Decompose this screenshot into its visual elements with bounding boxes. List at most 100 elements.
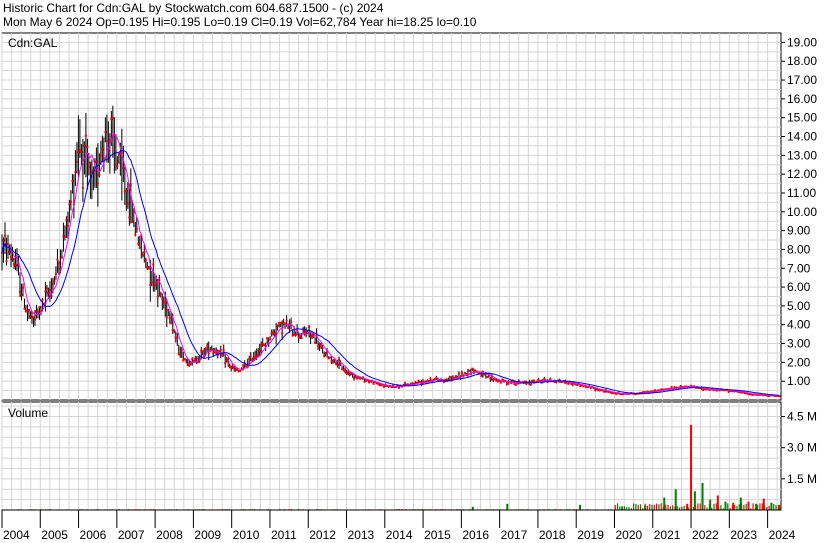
close-dot — [201, 350, 204, 353]
price-tick-label: 11.00 — [787, 186, 816, 200]
close-dot — [128, 216, 131, 219]
close-dot — [74, 170, 77, 173]
close-dot — [9, 256, 12, 259]
close-dot — [63, 235, 66, 238]
close-dot — [204, 347, 207, 350]
close-dot — [8, 250, 11, 253]
close-dot — [126, 202, 129, 205]
close-dot — [104, 131, 107, 134]
close-dot — [122, 166, 125, 169]
close-dot — [180, 348, 183, 351]
close-dot — [294, 333, 297, 336]
close-dot — [3, 234, 6, 237]
volume-tick-label: 1.5 M — [787, 472, 817, 486]
close-dot — [69, 200, 72, 203]
close-dot — [86, 146, 89, 149]
close-dot — [137, 242, 140, 245]
close-dot — [489, 377, 492, 380]
close-dot — [248, 357, 251, 360]
close-dot — [164, 302, 167, 305]
close-dot — [179, 354, 182, 357]
close-dot — [332, 361, 335, 364]
close-dot — [654, 389, 657, 392]
close-dot — [321, 347, 324, 350]
close-dot — [457, 372, 460, 375]
close-dot — [320, 345, 323, 348]
close-dot — [312, 335, 315, 338]
close-dot — [20, 294, 23, 297]
price-tick-label: 5.00 — [787, 299, 811, 313]
close-dot — [372, 382, 375, 385]
close-dot — [284, 322, 287, 325]
year-label: 2024 — [769, 528, 796, 542]
close-dot — [212, 351, 215, 354]
price-panel: 1.00 2.00 3.00 4.00 5.00 6.00 7.00 8.00 9.00 10.0… — [1, 32, 817, 401]
close-dot — [56, 258, 59, 261]
close-dot — [460, 372, 463, 375]
year-label: 2009 — [194, 528, 221, 542]
close-dot — [303, 330, 306, 333]
close-dot — [96, 182, 99, 185]
close-dot — [108, 138, 111, 141]
stock-chart: 1.00 2.00 3.00 4.00 5.00 6.00 7.00 8.00 9.00 10.0… — [1, 32, 817, 542]
close-dot — [532, 379, 535, 382]
close-dot — [36, 311, 39, 314]
close-dot — [150, 281, 153, 284]
close-dot — [276, 324, 279, 327]
close-dot — [273, 332, 276, 335]
close-dot — [2, 239, 5, 242]
close-dot — [143, 251, 146, 254]
close-dot — [138, 246, 141, 249]
close-dot — [192, 359, 195, 362]
close-dot — [454, 375, 457, 378]
close-dot — [29, 315, 32, 318]
close-dot — [481, 370, 484, 373]
close-dot — [14, 264, 17, 267]
close-dot — [549, 377, 552, 380]
close-dot — [168, 317, 171, 320]
close-dot — [60, 256, 63, 259]
volume-panel: 1.5 M 3.0 M 4.5 M Volume — [1, 401, 817, 511]
close-dot — [480, 375, 483, 378]
close-dot — [153, 284, 156, 287]
close-dot — [308, 325, 311, 328]
price-tick-label: 16.00 — [787, 92, 817, 106]
close-dot — [258, 350, 261, 353]
close-dot — [206, 344, 209, 347]
close-dot — [314, 341, 317, 344]
year-label: 2018 — [539, 528, 566, 542]
close-dot — [176, 336, 179, 339]
close-dot — [188, 364, 191, 367]
close-dot — [287, 327, 290, 330]
close-dot — [53, 280, 56, 283]
close-dot — [318, 343, 321, 346]
close-dot — [194, 357, 197, 360]
price-tick-label: 18.00 — [787, 54, 817, 68]
price-tick-label: 8.00 — [787, 242, 811, 256]
close-dot — [68, 203, 71, 206]
close-dot — [5, 260, 8, 263]
year-label: 2012 — [309, 528, 336, 542]
close-dot — [486, 376, 489, 379]
price-tick-label: 3.00 — [787, 337, 811, 351]
close-dot — [87, 166, 90, 169]
close-dot — [11, 258, 14, 261]
close-dot — [27, 308, 30, 311]
close-dot — [144, 259, 147, 262]
close-dot — [134, 233, 137, 236]
close-dot — [33, 318, 36, 321]
year-label: 2023 — [730, 528, 757, 542]
price-tick-label: 7.00 — [787, 261, 811, 275]
year-label: 2011 — [271, 528, 297, 542]
year-label: 2007 — [118, 528, 145, 542]
close-dot — [323, 355, 326, 358]
volume-panel-title: Volume — [8, 406, 48, 420]
x-axis: 2004 2005 2006 2007 2008 2009 2010 2011 2012 2013… — [1, 509, 796, 542]
close-dot — [6, 242, 9, 245]
close-dot — [156, 295, 159, 298]
close-dot — [57, 262, 60, 265]
close-dot — [173, 330, 176, 333]
close-dot — [80, 150, 83, 153]
price-tick-label: 17.00 — [787, 73, 817, 87]
year-label: 2017 — [501, 528, 528, 542]
